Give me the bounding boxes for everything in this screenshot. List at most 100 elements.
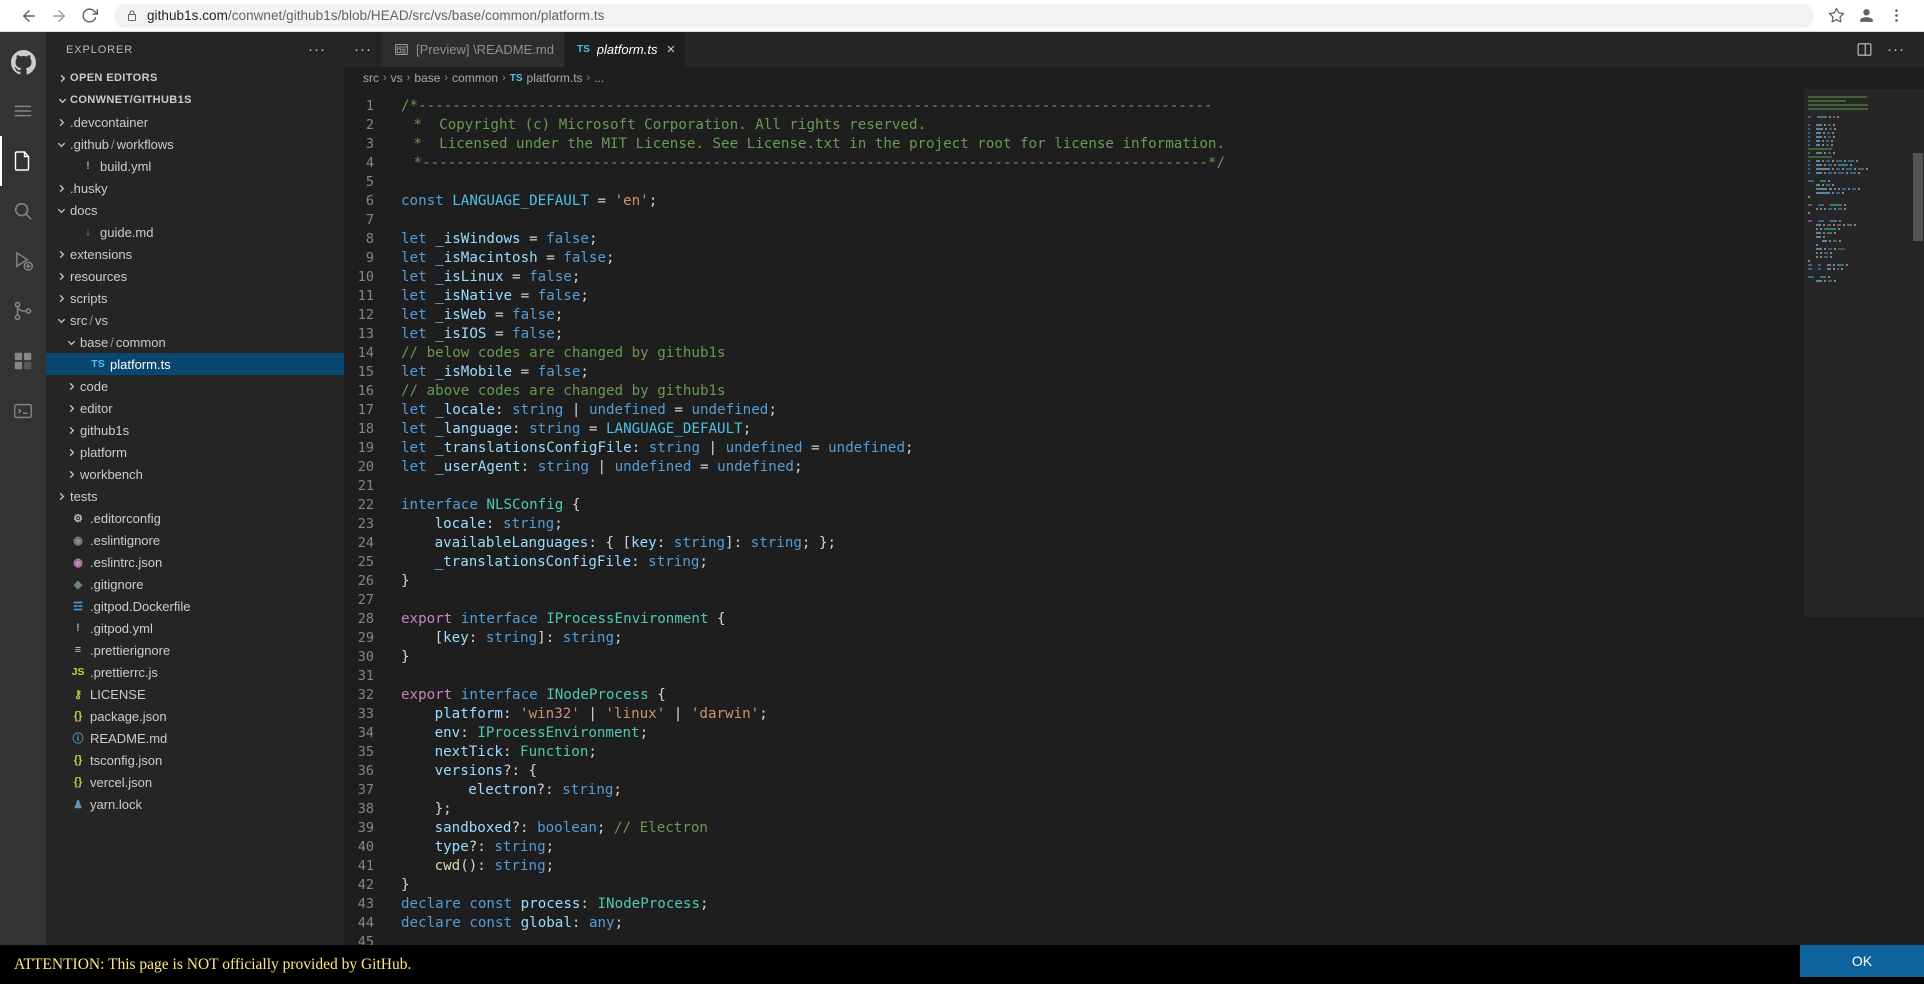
tree-folder-row[interactable]: docs — [46, 199, 344, 221]
code-line: 23 locale: string; — [344, 515, 1804, 534]
tree-file-row[interactable]: ! .gitpod.yml — [46, 617, 344, 639]
breadcrumb-item[interactable]: common — [452, 71, 498, 85]
code-line: 5 — [344, 173, 1804, 192]
search-icon[interactable] — [0, 186, 46, 236]
code-line: 15 let _isMobile = false; — [344, 363, 1804, 382]
minimap[interactable] — [1804, 89, 1924, 984]
tree-folder-row[interactable]: tests — [46, 485, 344, 507]
tree-file-row[interactable]: ♟ yarn.lock — [46, 793, 344, 815]
breadcrumb-file-item[interactable]: TS platform.ts — [510, 71, 583, 85]
split-editor-icon[interactable] — [1850, 36, 1878, 64]
hamburger-icon[interactable] — [0, 86, 46, 136]
explorer-sidebar: EXPLORER ··· OPEN EDITORS CONWNET/GITHUB… — [46, 32, 344, 984]
close-icon[interactable]: × — [664, 42, 675, 57]
tree-item-label: .eslintrc.json — [90, 554, 163, 570]
line-number: 30 — [357, 649, 374, 665]
source-control-icon[interactable] — [0, 286, 46, 336]
star-icon[interactable] — [1822, 2, 1850, 30]
license-key-icon: ⚷ — [73, 688, 83, 701]
section-repo-root[interactable]: CONWNET/GITHUB1S — [46, 89, 344, 111]
code-text: platform: 'win32' | 'linux' | 'darwin'; — [434, 706, 768, 722]
tree-file-row[interactable]: ≡ .prettierignore — [46, 639, 344, 661]
editor-tab[interactable]: [Preview] \README.md — [382, 32, 565, 67]
tree-item-label: package.json — [90, 708, 167, 724]
tree-item-label: github1s — [80, 422, 130, 438]
sidebar-item-explorer[interactable] — [0, 136, 46, 186]
tree-file-row[interactable]: ⚙ .editorconfig — [46, 507, 344, 529]
extensions-icon[interactable] — [0, 336, 46, 386]
tree-folder-row[interactable]: workbench — [46, 463, 344, 485]
reload-button[interactable] — [74, 1, 104, 31]
tree-file-row[interactable]: {} tsconfig.json — [46, 749, 344, 771]
markdown-icon: ↓ — [85, 226, 91, 238]
breadcrumb-item[interactable]: vs — [391, 71, 403, 85]
tree-file-row[interactable]: TS platform.ts — [46, 353, 344, 375]
tree-folder-row[interactable]: base / common — [46, 331, 344, 353]
tree-folder-row[interactable]: github1s — [46, 419, 344, 441]
breadcrumb-item[interactable]: src — [363, 71, 379, 85]
github-logo-icon[interactable] — [0, 38, 46, 86]
section-open-editors[interactable]: OPEN EDITORS — [46, 67, 344, 89]
tree-file-row[interactable]: ↓ guide.md — [46, 221, 344, 243]
github1s-icon[interactable] — [0, 386, 46, 436]
back-button[interactable] — [14, 1, 44, 31]
code-line: 7 — [344, 211, 1804, 230]
kebab-menu-icon[interactable] — [1882, 2, 1910, 30]
code-lines[interactable]: 1 /*-------------------------------------… — [344, 89, 1804, 984]
editor-tab[interactable]: TS platform.ts × — [564, 32, 687, 67]
profile-icon[interactable] — [1852, 2, 1880, 30]
address-bar[interactable]: github1s.com/conwnet/github1s/blob/HEAD/… — [114, 3, 1814, 28]
line-number: 36 — [357, 763, 374, 779]
scrollbar-thumb[interactable] — [1913, 153, 1923, 241]
banner-ok-button[interactable]: OK — [1800, 945, 1924, 977]
breadcrumb-item[interactable]: base — [414, 71, 440, 85]
line-number: 29 — [357, 630, 374, 646]
chevron-right-icon — [64, 470, 78, 479]
tree-file-row[interactable]: JS .prettierrc.js — [46, 661, 344, 683]
tree-file-row[interactable]: ◆ .gitignore — [46, 573, 344, 595]
tree-file-row[interactable]: ☲ .gitpod.Dockerfile — [46, 595, 344, 617]
forward-button[interactable] — [44, 1, 74, 31]
editor-more-actions-icon[interactable]: ··· — [1882, 36, 1910, 64]
code-line: 44 declare const global: any; — [344, 914, 1804, 933]
tree-folder-row[interactable]: code — [46, 375, 344, 397]
tree-item-label: vercel.json — [90, 774, 153, 790]
tabs-overflow-button[interactable]: ··· — [344, 32, 382, 67]
tree-folder-row[interactable]: src / vs — [46, 309, 344, 331]
tree-folder-row[interactable]: .github / workflows — [46, 133, 344, 155]
tree-item-label: .github / workflows — [70, 136, 174, 152]
tree-folder-row[interactable]: platform — [46, 441, 344, 463]
browser-toolbar: github1s.com/conwnet/github1s/blob/HEAD/… — [0, 0, 1924, 32]
chevron-right-icon — [54, 74, 70, 83]
tree-item-label: workbench — [80, 466, 143, 482]
tree-file-row[interactable]: {} vercel.json — [46, 771, 344, 793]
code-editor[interactable]: 1 /*-------------------------------------… — [344, 89, 1924, 984]
line-number: 26 — [357, 573, 374, 589]
tree-file-row[interactable]: ◉ .eslintignore — [46, 529, 344, 551]
code-text: // below codes are changed by github1s — [401, 345, 726, 361]
code-line: 38}; — [344, 800, 1804, 819]
run-debug-icon[interactable] — [0, 236, 46, 286]
breadcrumb-ellipsis[interactable]: ... — [594, 71, 604, 85]
tree-folder-row[interactable]: .husky — [46, 177, 344, 199]
editor-scrollbar[interactable] — [1910, 89, 1924, 984]
code-line: 8 let _isWindows = false; — [344, 230, 1804, 249]
code-line: 22 interface NLSConfig { — [344, 496, 1804, 515]
tree-folder-row[interactable]: resources — [46, 265, 344, 287]
tree-folder-row[interactable]: editor — [46, 397, 344, 419]
sidebar-title: EXPLORER — [66, 43, 134, 56]
tree-item-label: .gitpod.Dockerfile — [90, 598, 191, 614]
tree-file-row[interactable]: ⚷ LICENSE — [46, 683, 344, 705]
tree-file-row[interactable]: ⓘ README.md — [46, 727, 344, 749]
code-line: 37 electron?: string; — [344, 781, 1804, 800]
tree-file-row[interactable]: ! build.yml — [46, 155, 344, 177]
sidebar-more-actions-button[interactable]: ··· — [308, 41, 336, 58]
tree-folder-row[interactable]: extensions — [46, 243, 344, 265]
typescript-icon: TS — [91, 358, 105, 370]
tree-file-row[interactable]: ◉ .eslintrc.json — [46, 551, 344, 573]
tree-file-row[interactable]: {} package.json — [46, 705, 344, 727]
tree-folder-row[interactable]: .devcontainer — [46, 111, 344, 133]
code-text: sandboxed?: boolean; // Electron — [434, 820, 708, 836]
line-number: 17 — [357, 402, 374, 418]
tree-folder-row[interactable]: scripts — [46, 287, 344, 309]
